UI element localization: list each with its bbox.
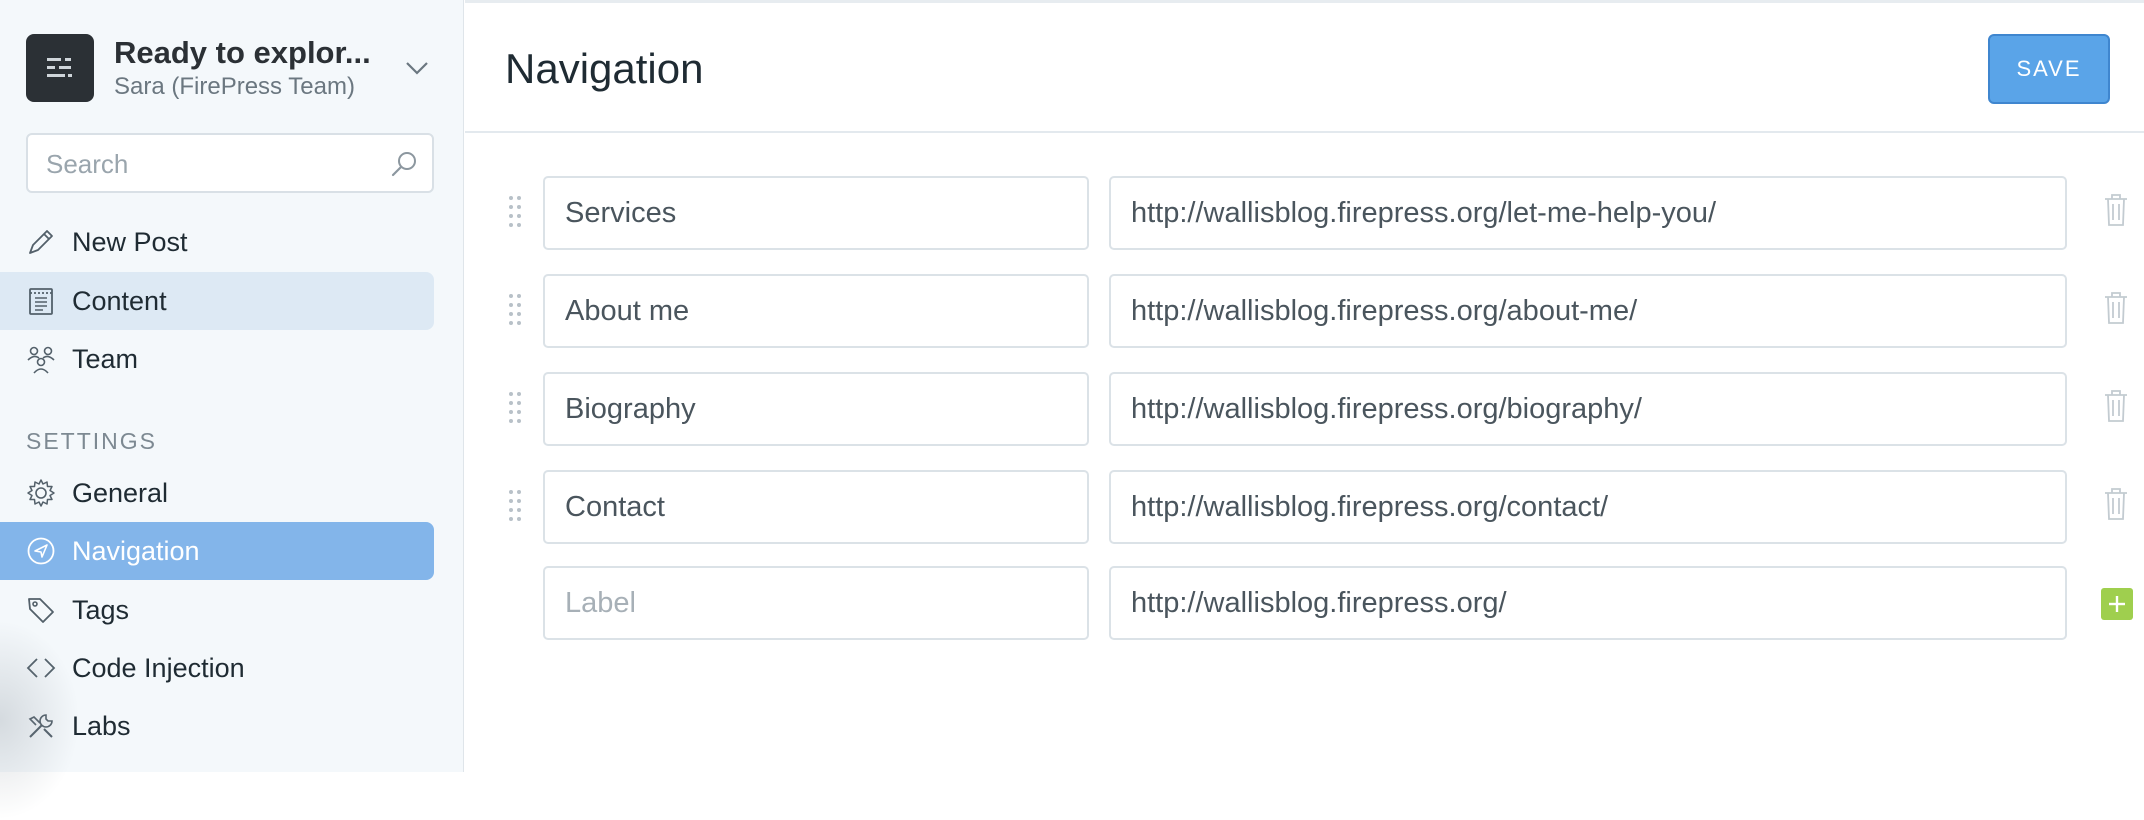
gear-icon bbox=[27, 479, 55, 507]
blog-user: Sara (FirePress Team) bbox=[114, 73, 355, 100]
decorative-shadow bbox=[0, 620, 80, 820]
search-icon[interactable] bbox=[390, 150, 418, 178]
navigation-item bbox=[505, 176, 2127, 252]
navigation-label-input[interactable] bbox=[543, 176, 1089, 250]
sidebar-item-label: Content bbox=[72, 285, 167, 316]
page-title: Navigation bbox=[505, 45, 704, 92]
sidebar-item-label: Tags bbox=[72, 594, 130, 625]
navigation-item bbox=[505, 470, 2127, 546]
team-icon bbox=[27, 346, 55, 374]
search-input[interactable] bbox=[28, 135, 388, 193]
ghost-logo-icon bbox=[47, 58, 72, 77]
chevron-down-icon[interactable] bbox=[404, 58, 430, 78]
sidebar-item-content[interactable]: Content bbox=[0, 272, 434, 330]
navigation-label-input[interactable] bbox=[543, 274, 1089, 348]
sidebar-item-new-post[interactable]: New Post bbox=[0, 213, 434, 271]
drag-handle-icon[interactable] bbox=[505, 292, 525, 328]
settings-section-label: SETTINGS bbox=[26, 428, 158, 454]
drag-handle-icon[interactable] bbox=[505, 194, 525, 230]
trash-icon[interactable] bbox=[2103, 389, 2129, 423]
blog-switcher[interactable]: Ready to explor... Sara (FirePress Team) bbox=[26, 34, 438, 104]
navigation-item bbox=[505, 274, 2127, 350]
save-button[interactable]: SAVE bbox=[1988, 34, 2110, 104]
sidebar-item-team[interactable]: Team bbox=[0, 330, 434, 388]
navigation-new-item bbox=[505, 566, 2133, 642]
sidebar-item-label: General bbox=[72, 477, 169, 508]
sidebar-item-label: Code Injection bbox=[72, 652, 245, 683]
navigation-label-input[interactable] bbox=[543, 372, 1089, 446]
sidebar-item-label: Labs bbox=[72, 710, 131, 741]
navigation-url-input[interactable] bbox=[1109, 470, 2067, 544]
sidebar-item-label: Team bbox=[72, 343, 139, 374]
plus-icon bbox=[2109, 596, 2125, 612]
add-navigation-item-button[interactable] bbox=[2101, 588, 2133, 620]
navigation-label-input[interactable] bbox=[543, 470, 1089, 544]
sidebar: Ready to explor... Sara (FirePress Team)… bbox=[0, 0, 464, 820]
blog-title: Ready to explor... bbox=[114, 35, 371, 70]
blog-logo bbox=[26, 34, 94, 102]
trash-icon[interactable] bbox=[2103, 487, 2129, 521]
trash-icon[interactable] bbox=[2103, 193, 2129, 227]
navigation-item bbox=[505, 372, 2127, 448]
page-header: Navigation SAVE bbox=[465, 3, 2144, 133]
content-icon bbox=[29, 288, 53, 315]
sidebar-item-label: Navigation bbox=[72, 535, 200, 566]
trash-icon[interactable] bbox=[2103, 291, 2129, 325]
sidebar-item-general[interactable]: General bbox=[0, 464, 434, 522]
sidebar-item-navigation[interactable]: Navigation bbox=[0, 522, 434, 580]
pencil-icon bbox=[29, 230, 53, 254]
search-box bbox=[26, 133, 434, 193]
new-navigation-label-input[interactable] bbox=[543, 566, 1089, 640]
drag-handle-icon[interactable] bbox=[505, 390, 525, 426]
new-navigation-url-input[interactable] bbox=[1109, 566, 2067, 640]
navigation-url-input[interactable] bbox=[1109, 176, 2067, 250]
main-content: Navigation SAVE bbox=[465, 0, 2144, 772]
sidebar-item-label: New Post bbox=[72, 226, 188, 257]
drag-handle-icon[interactable] bbox=[505, 488, 525, 524]
navigation-url-input[interactable] bbox=[1109, 274, 2067, 348]
navigation-url-input[interactable] bbox=[1109, 372, 2067, 446]
compass-icon bbox=[27, 537, 55, 565]
